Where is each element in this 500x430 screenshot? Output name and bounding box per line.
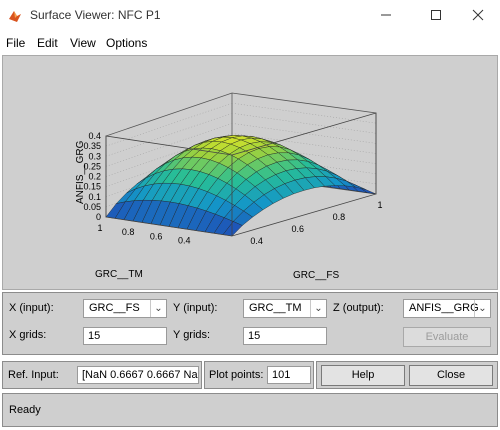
ref-input-label: Ref. Input: — [8, 369, 59, 381]
evaluate-button[interactable]: Evaluate — [403, 327, 491, 347]
close-window-button[interactable] — [458, 4, 498, 28]
x-input-value: GRC__FS — [89, 302, 140, 314]
plot-points-label: Plot points: — [209, 369, 264, 381]
close-icon — [472, 9, 484, 21]
matlab-app-icon — [9, 11, 21, 22]
title-bar: Surface Viewer: NFC P1 — [0, 0, 500, 33]
z-axis-ticks: 00.050.10.150.20.250.30.350.4 — [83, 131, 101, 222]
z-tick-label: 0.4 — [88, 131, 101, 141]
z-output-value: ANFIS__GRG — [409, 302, 479, 314]
status-bar: Ready — [2, 393, 498, 427]
x-grids-label: X grids: — [9, 329, 47, 341]
chevron-down-icon: ⌄ — [310, 300, 326, 317]
y-tick-label: 1 — [97, 223, 102, 233]
z-tick-label: 0.35 — [83, 141, 101, 151]
close-button[interactable]: Close — [409, 365, 493, 386]
x-axis-label: GRC__FS — [293, 270, 339, 281]
z-axis-label: ANFIS__GRG — [75, 140, 86, 204]
x-axis-ticks: 0.4 0.6 0.8 1 — [250, 200, 382, 246]
z-tick-label: 0 — [96, 212, 101, 222]
z-output-label: Z (output): — [333, 302, 384, 314]
chevron-down-icon: ⌄ — [150, 300, 166, 317]
button-panel: Help Close — [316, 361, 498, 389]
ref-input-field[interactable]: [NaN 0.6667 0.6667 NaN I — [77, 366, 199, 384]
chevron-down-icon: ⌄ — [474, 300, 490, 317]
plot-points-panel: Plot points: 101 — [204, 361, 314, 389]
z-tick-label: 0.1 — [88, 192, 101, 202]
maximize-icon — [431, 10, 441, 20]
y-input-dropdown[interactable]: GRC__TM ⌄ — [243, 299, 327, 318]
status-text: Ready — [9, 404, 41, 416]
y-tick-label: 0.6 — [150, 231, 163, 241]
grid-line — [231, 102, 377, 124]
plot-points-field[interactable]: 101 — [267, 366, 311, 384]
z-tick-label: 0.25 — [83, 161, 101, 171]
y-grids-label: Y grids: — [173, 329, 211, 341]
x-grids-field[interactable]: 15 — [83, 327, 167, 345]
x-tick-label: 1 — [377, 200, 382, 210]
y-axis-label: GRC__TM — [95, 269, 143, 280]
controls-panel: X (input): GRC__FS ⌄ Y (input): GRC__TM … — [2, 292, 498, 355]
x-input-label: X (input): — [9, 302, 54, 314]
y-grids-field[interactable]: 15 — [243, 327, 327, 345]
x-tick-label: 0.6 — [291, 224, 304, 234]
x-tick-label: 0.4 — [250, 236, 263, 246]
minimize-button[interactable] — [366, 4, 406, 28]
menu-file[interactable]: File — [6, 36, 25, 50]
z-tick-label: 0.15 — [83, 182, 101, 192]
z-tick-label: 0.05 — [83, 202, 101, 212]
y-tick-label: 0.4 — [178, 236, 191, 246]
ref-input-panel: Ref. Input: [NaN 0.6667 0.6667 NaN I — [2, 361, 202, 389]
surface-plot[interactable]: 00.050.10.150.20.250.30.350.4 1 0.8 0.6 0.4… — [3, 56, 497, 289]
y-tick-label: 0.8 — [122, 227, 135, 237]
maximize-button[interactable] — [416, 4, 456, 28]
menu-edit[interactable]: Edit — [37, 36, 58, 50]
menu-bar: File Edit View Options — [0, 33, 500, 53]
grid-line — [231, 113, 377, 134]
menu-options[interactable]: Options — [106, 36, 147, 50]
help-button[interactable]: Help — [321, 365, 405, 386]
z-tick-label: 0.2 — [88, 172, 101, 182]
minimize-icon — [381, 14, 391, 16]
menu-view[interactable]: View — [70, 36, 96, 50]
z-output-dropdown[interactable]: ANFIS__GRG ⌄ — [403, 299, 491, 318]
surface-plot-area: 0 0.05 0.1 0.15 0.2 0.25 0.3 0.35 0.4 1 0.8 0.6 0.4… — [2, 55, 498, 290]
window-title: Surface Viewer: NFC P1 — [30, 8, 161, 22]
x-tick-label: 0.8 — [333, 212, 346, 222]
y-input-value: GRC__TM — [249, 302, 302, 314]
y-input-label: Y (input): — [173, 302, 218, 314]
x-input-dropdown[interactable]: GRC__FS ⌄ — [83, 299, 167, 318]
z-tick-label: 0.3 — [88, 151, 101, 161]
